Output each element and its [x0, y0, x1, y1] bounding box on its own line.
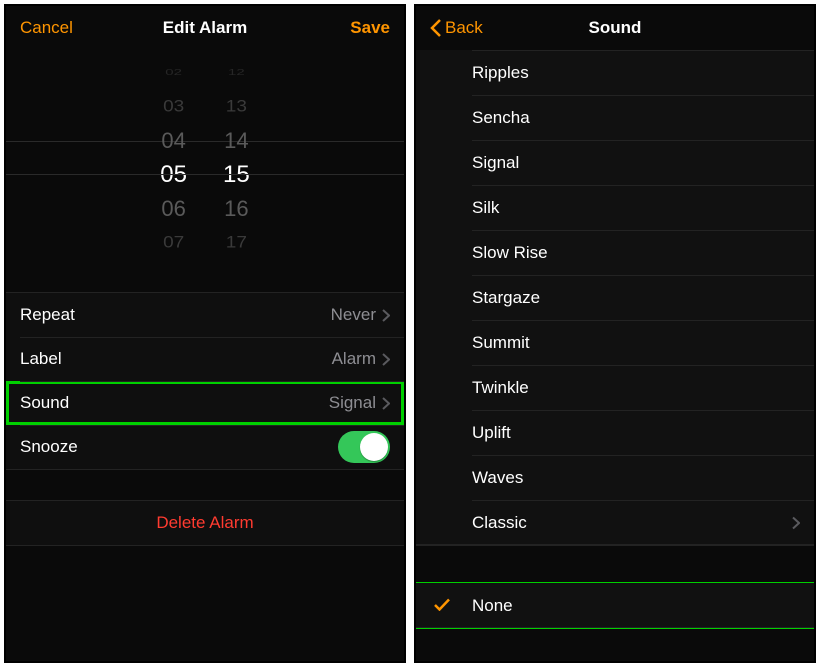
sound-label: Sound [20, 393, 329, 413]
none-section: None [416, 582, 814, 629]
sound-item-slow-rise[interactable]: Slow Rise [416, 230, 814, 275]
repeat-value: Never [331, 305, 376, 325]
sound-item-signal[interactable]: Signal [416, 140, 814, 185]
repeat-label: Repeat [20, 305, 331, 325]
checkmark-icon [434, 596, 450, 616]
sound-item-twinkle[interactable]: Twinkle [416, 365, 814, 410]
sound-item-silk[interactable]: Silk [416, 185, 814, 230]
sound-item-waves[interactable]: Waves [416, 455, 814, 500]
sound-row[interactable]: Sound Signal [6, 381, 404, 425]
chevron-right-icon [382, 353, 390, 366]
snooze-row: Snooze [6, 425, 404, 469]
sound-item-uplift[interactable]: Uplift [416, 410, 814, 455]
back-button[interactable]: Back [430, 18, 500, 38]
page-title: Sound [500, 18, 730, 38]
minute-column[interactable]: 11 12 13 14 15 16 17 18 [223, 50, 250, 266]
sound-item-stargaze[interactable]: Stargaze [416, 275, 814, 320]
cancel-button[interactable]: Cancel [20, 18, 90, 38]
snooze-label: Snooze [20, 437, 338, 457]
label-label: Label [20, 349, 332, 369]
delete-alarm-button[interactable]: Delete Alarm [6, 501, 404, 545]
time-picker[interactable]: 01 02 03 04 05 06 07 08 11 12 13 14 15 1… [6, 50, 404, 266]
sound-item-classic[interactable]: Classic [416, 500, 814, 545]
sound-item-none[interactable]: None [416, 583, 814, 628]
minute-selected: 15 [223, 158, 250, 192]
ringtones-section: Ripples Sencha Signal Silk Slow Rise Sta… [416, 50, 814, 546]
sound-value: Signal [329, 393, 376, 413]
sound-item-ripples[interactable]: Ripples [416, 50, 814, 95]
sound-screen: Back Sound Ripples Sencha Signal Silk Sl… [414, 4, 816, 663]
navbar: Back Sound [416, 6, 814, 50]
snooze-toggle[interactable] [338, 431, 390, 463]
navbar: Cancel Edit Alarm Save [6, 6, 404, 50]
save-button[interactable]: Save [320, 18, 390, 38]
label-row[interactable]: Label Alarm [6, 337, 404, 381]
label-value: Alarm [332, 349, 376, 369]
page-title: Edit Alarm [90, 18, 320, 38]
hour-selected: 05 [160, 158, 187, 192]
hour-column[interactable]: 01 02 03 04 05 06 07 08 [160, 50, 187, 266]
sound-item-sencha[interactable]: Sencha [416, 95, 814, 140]
chevron-right-icon [382, 397, 390, 410]
alarm-settings-section: Repeat Never Label Alarm Sound Signal Sn… [6, 292, 404, 470]
chevron-left-icon [430, 19, 441, 37]
chevron-right-icon [382, 309, 390, 322]
sound-list[interactable]: Ripples Sencha Signal Silk Slow Rise Sta… [416, 50, 814, 661]
sound-item-summit[interactable]: Summit [416, 320, 814, 365]
edit-alarm-screen: Cancel Edit Alarm Save 01 02 03 04 05 06… [4, 4, 406, 663]
repeat-row[interactable]: Repeat Never [6, 293, 404, 337]
chevron-right-icon [792, 516, 800, 529]
